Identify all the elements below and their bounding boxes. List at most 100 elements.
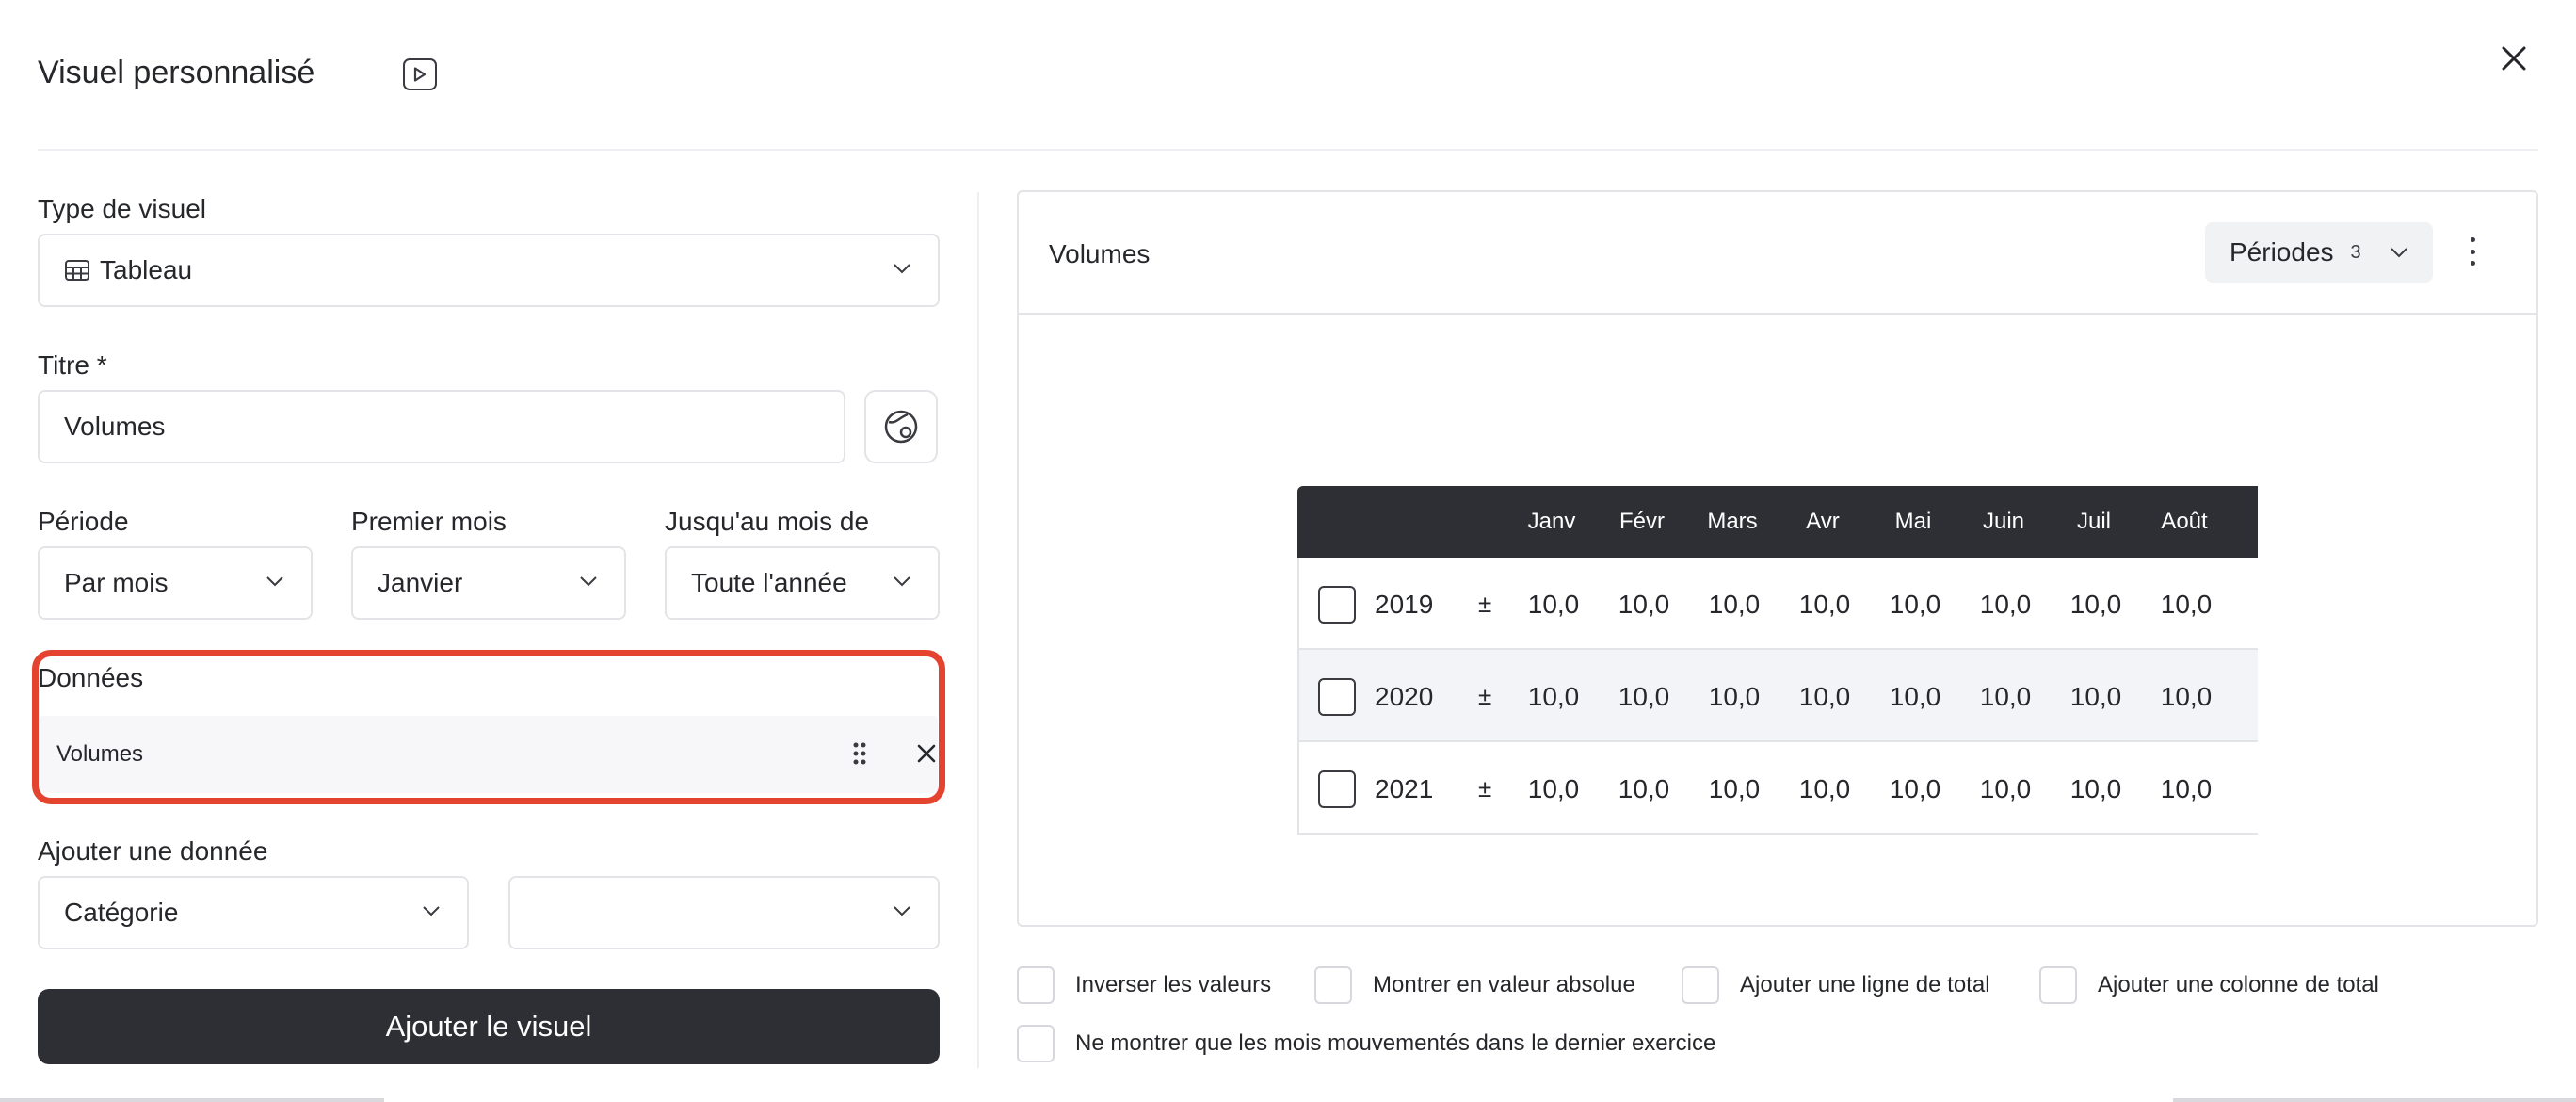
column-divider xyxy=(977,192,979,1068)
month-header: Mai xyxy=(1894,509,1932,534)
row-year: 2020 xyxy=(1375,682,1434,711)
add-data-label: Ajouter une donnée xyxy=(38,836,268,866)
chevron-down-icon xyxy=(894,576,910,587)
color-palette-button[interactable] xyxy=(864,390,938,463)
table-cell: 10,0 xyxy=(1979,774,2032,803)
chevron-down-icon xyxy=(2391,248,2407,258)
bottom-edge xyxy=(0,1098,2576,1102)
visual-type-select[interactable]: Tableau xyxy=(38,234,940,307)
periods-label: Périodes xyxy=(2230,237,2334,267)
month-header: Avr xyxy=(1806,509,1840,534)
month-header: Juin xyxy=(1982,509,2025,534)
period-label: Période xyxy=(38,507,129,536)
option-label: Montrer en valeur absolue xyxy=(1373,972,1635,997)
data-section-highlight xyxy=(32,650,945,804)
play-tutorial-button[interactable] xyxy=(403,58,437,90)
row-checkbox[interactable] xyxy=(1318,678,1356,716)
first-month-select[interactable]: Janvier xyxy=(351,546,626,620)
table-cell: 10,0 xyxy=(1618,590,1670,619)
preview-title: Volumes xyxy=(1049,239,1151,268)
title-input[interactable]: Volumes xyxy=(38,390,845,463)
chevron-down-icon xyxy=(894,906,910,916)
option-checkbox[interactable] xyxy=(2039,966,2077,1004)
first-month-label: Premier mois xyxy=(351,507,507,536)
table-cell: 10,0 xyxy=(2069,774,2122,803)
option-checkbox[interactable] xyxy=(1682,966,1719,1004)
table-icon xyxy=(65,260,89,281)
visual-type-label: Type de visuel xyxy=(38,194,206,223)
option-label: Ajouter une ligne de total xyxy=(1740,972,1990,997)
table-cell: 10,0 xyxy=(1889,590,1941,619)
table-cell: 10,0 xyxy=(1708,774,1761,803)
option-label: Inverser les valeurs xyxy=(1075,972,1272,997)
table-cell: 10,0 xyxy=(1708,590,1761,619)
preview-header-divider xyxy=(1019,313,2536,315)
header-divider xyxy=(38,149,2538,151)
option-invert-values[interactable]: Inverser les valeurs xyxy=(1017,966,1271,1004)
table-cell: 10,0 xyxy=(1979,590,2032,619)
table-cell: 10,0 xyxy=(1618,682,1670,711)
add-visual-button[interactable]: Ajouter le visuel xyxy=(38,989,940,1064)
table-header: Janv Févr Mars Avr Mai Juin Juil Août xyxy=(1297,486,2258,558)
table-cell: 10,0 xyxy=(2160,774,2213,803)
table-cell: 10,0 xyxy=(2069,682,2122,711)
option-label: Ne montrer que les mois mouvementés dans… xyxy=(1075,1030,1716,1056)
table-cell: 10,0 xyxy=(1979,682,2032,711)
table-row: 2019 ± 10,0 10,0 10,0 10,0 10,0 10,0 10,… xyxy=(1297,558,2258,650)
until-month-select[interactable]: Toute l'année xyxy=(665,546,940,620)
option-checkbox[interactable] xyxy=(1017,1025,1055,1062)
row-sign: ± xyxy=(1478,590,1492,618)
more-options-icon[interactable] xyxy=(2469,237,2476,266)
title-input-value: Volumes xyxy=(64,412,166,441)
row-sign: ± xyxy=(1478,682,1492,710)
table-cell: 10,0 xyxy=(1889,774,1941,803)
period-select[interactable]: Par mois xyxy=(38,546,313,620)
visual-type-value: Tableau xyxy=(100,255,193,284)
category-select[interactable]: Catégorie xyxy=(38,876,469,949)
table-cell: 10,0 xyxy=(1527,682,1580,711)
option-checkbox[interactable] xyxy=(1314,966,1352,1004)
table-cell: 10,0 xyxy=(2069,590,2122,619)
row-year: 2021 xyxy=(1375,774,1434,803)
until-month-value: Toute l'année xyxy=(691,568,847,597)
option-label: Ajouter une colonne de total xyxy=(2098,972,2379,997)
month-header: Août xyxy=(2161,509,2208,534)
month-header: Mars xyxy=(1707,509,1758,534)
option-moved-months-only[interactable]: Ne montrer que les mois mouvementés dans… xyxy=(1017,1025,1715,1062)
table-cell: 10,0 xyxy=(1527,774,1580,803)
table-row: 2021 ± 10,0 10,0 10,0 10,0 10,0 10,0 10,… xyxy=(1297,742,2258,835)
data-item-select[interactable] xyxy=(508,876,940,949)
chevron-down-icon xyxy=(423,906,440,916)
table-cell: 10,0 xyxy=(1708,682,1761,711)
modal-title: Visuel personnalisé xyxy=(38,55,315,90)
table-cell: 10,0 xyxy=(1798,682,1851,711)
first-month-value: Janvier xyxy=(378,568,463,597)
month-header: Janv xyxy=(1527,509,1576,534)
close-icon xyxy=(2502,46,2526,71)
option-total-column[interactable]: Ajouter une colonne de total xyxy=(2039,966,2379,1004)
table-cell: 10,0 xyxy=(2160,682,2213,711)
title-label: Titre * xyxy=(38,350,107,380)
chevron-down-icon xyxy=(266,576,283,587)
row-checkbox[interactable] xyxy=(1318,770,1356,808)
row-checkbox[interactable] xyxy=(1318,586,1356,624)
option-total-row[interactable]: Ajouter une ligne de total xyxy=(1682,966,1990,1004)
until-month-label: Jusqu'au mois de xyxy=(665,507,870,536)
month-header: Févr xyxy=(1619,509,1665,534)
table-cell: 10,0 xyxy=(1618,774,1670,803)
option-checkbox[interactable] xyxy=(1017,966,1055,1004)
close-button[interactable] xyxy=(2497,41,2531,75)
option-absolute-value[interactable]: Montrer en valeur absolue xyxy=(1314,966,1635,1004)
periods-dropdown[interactable]: Périodes 3 xyxy=(2205,222,2433,283)
category-value: Catégorie xyxy=(64,898,179,927)
table-cell: 10,0 xyxy=(1798,590,1851,619)
palette-icon xyxy=(884,410,918,444)
table-cell: 10,0 xyxy=(1798,774,1851,803)
row-year: 2019 xyxy=(1375,590,1434,619)
play-icon xyxy=(413,67,427,82)
row-sign: ± xyxy=(1478,774,1492,802)
chevron-down-icon xyxy=(894,264,910,274)
periods-count: 3 xyxy=(2350,241,2361,263)
month-header: Juil xyxy=(2076,509,2111,534)
period-value: Par mois xyxy=(64,568,169,597)
